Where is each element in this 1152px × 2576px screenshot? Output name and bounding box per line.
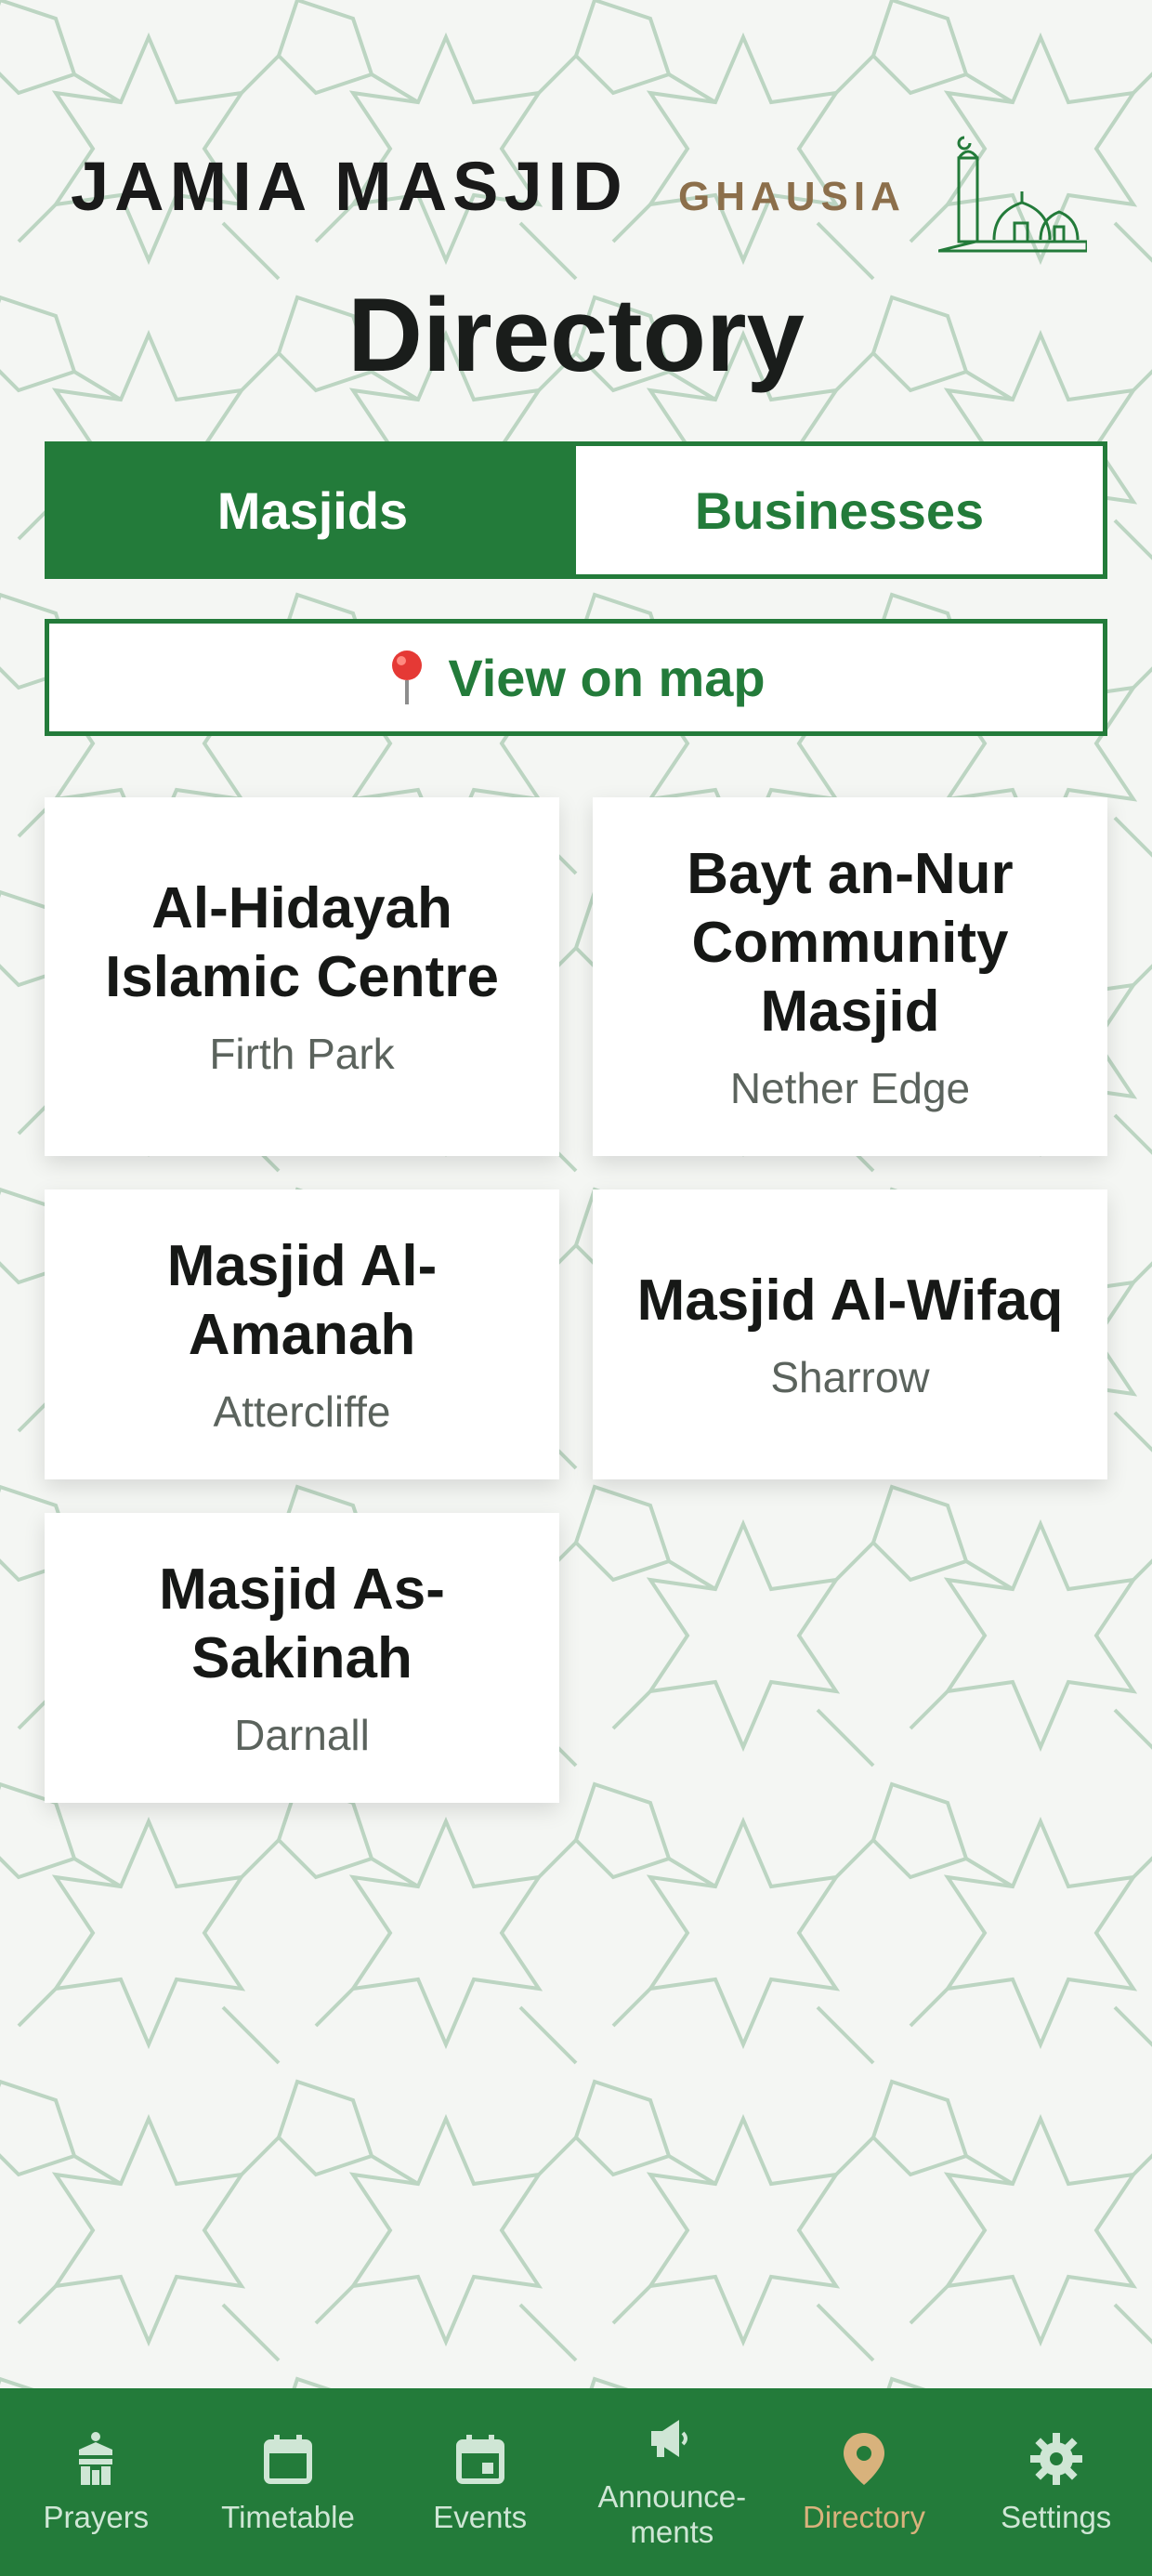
masjid-name: Bayt an-Nur Community Masjid xyxy=(687,842,1014,1044)
map-pin-icon xyxy=(392,651,423,704)
calendar-icon xyxy=(264,2435,312,2484)
masjid-card[interactable]: Masjid Al-Amanah Attercliffe xyxy=(45,1189,559,1479)
nav-label-announcements: Announce- ments xyxy=(597,2479,747,2549)
nav-item-announcements[interactable]: Announce- ments xyxy=(576,2388,768,2576)
segmented-tabs: Masjids Businesses xyxy=(45,441,1107,579)
masjid-card[interactable]: Bayt an-Nur Community Masjid Nether Edge xyxy=(593,797,1107,1156)
masjid-card[interactable]: Masjid Al-Wifaq Sharrow xyxy=(593,1189,1107,1479)
view-on-map-label: View on map xyxy=(448,648,766,707)
nav-item-directory[interactable]: Directory xyxy=(768,2388,961,2576)
nav-item-settings[interactable]: Settings xyxy=(960,2388,1152,2576)
masjid-name: Masjid Al-Wifaq xyxy=(636,1268,1064,1333)
masjid-area: Sharrow xyxy=(770,1353,930,1401)
logo-text-sub: GHAUSIA xyxy=(678,174,906,219)
view-on-map-button[interactable]: View on map xyxy=(45,619,1107,736)
prayer-icon xyxy=(79,2432,113,2485)
event-icon xyxy=(455,2435,504,2484)
mosque-logo-icon xyxy=(938,136,1087,253)
nav-label-settings: Settings xyxy=(1001,2500,1112,2534)
masjid-card[interactable]: Al-Hidayah Islamic Centre Firth Park xyxy=(45,797,559,1156)
tab-businesses[interactable]: Businesses xyxy=(576,446,1103,574)
nav-label-directory: Directory xyxy=(803,2500,926,2534)
page-title: Directory xyxy=(347,277,805,393)
tab-masjids[interactable]: Masjids xyxy=(49,446,576,574)
masjid-name: Masjid As-Sakinah xyxy=(159,1557,445,1690)
status-bar xyxy=(0,0,1152,130)
nav-item-events[interactable]: Events xyxy=(384,2388,576,2576)
masjid-area: Darnall xyxy=(234,1711,370,1759)
bottom-navigation: Prayers Timetable Events Announce- ments… xyxy=(0,2388,1152,2576)
gear-icon xyxy=(1029,2433,1082,2485)
nav-label-prayers: Prayers xyxy=(43,2500,150,2534)
masjid-name: Masjid Al-Amanah xyxy=(166,1234,438,1367)
masjid-name: Al-Hidayah Islamic Centre xyxy=(105,876,499,1009)
masjid-area: Attercliffe xyxy=(213,1387,391,1436)
masjid-area: Firth Park xyxy=(209,1030,395,1078)
nav-label-events: Events xyxy=(433,2500,528,2534)
masjid-card[interactable]: Masjid As-Sakinah Darnall xyxy=(45,1513,559,1803)
megaphone-icon xyxy=(651,2420,688,2457)
location-pin-icon xyxy=(844,2433,885,2485)
nav-item-timetable[interactable]: Timetable xyxy=(192,2388,385,2576)
nav-label-timetable: Timetable xyxy=(221,2500,355,2534)
masjid-area: Nether Edge xyxy=(729,1064,971,1112)
logo-text-main: JAMIA MASJID xyxy=(71,148,628,225)
nav-item-prayers[interactable]: Prayers xyxy=(0,2388,192,2576)
